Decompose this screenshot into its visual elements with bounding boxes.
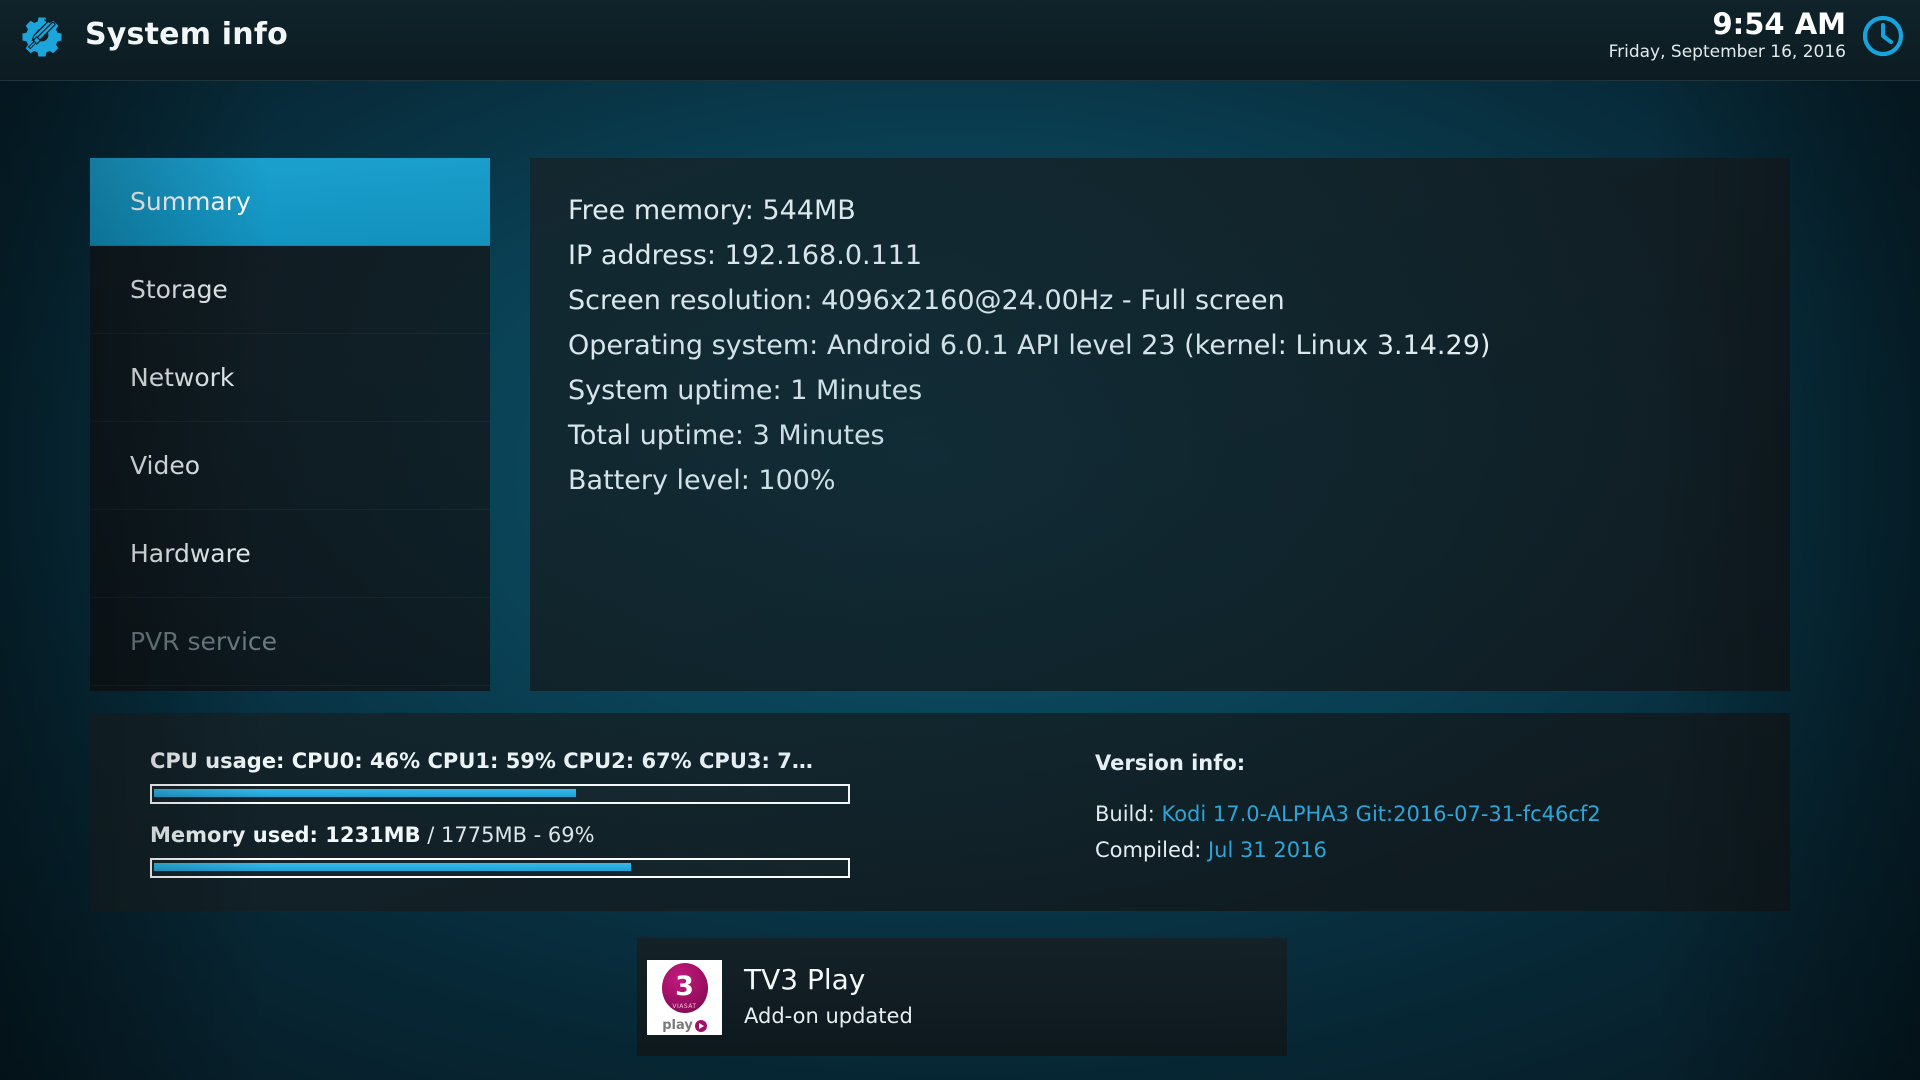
sidebar-item-network[interactable]: Network	[90, 334, 490, 422]
info-line-free-memory: Free memory: 544MB	[568, 195, 856, 226]
info-line-ip-address: IP address: 192.168.0.111	[568, 240, 923, 271]
sidebar-item-label: PVR service	[130, 627, 278, 656]
sidebar-item-storage[interactable]: Storage	[90, 246, 490, 334]
window-header: System info 9:54 AM Friday, September 16…	[0, 0, 1920, 81]
kodi-system-info-screen: System info 9:54 AM Friday, September 16…	[0, 0, 1920, 1080]
tv3-logo-circle: 3 VIASAT	[661, 963, 708, 1013]
summary-info-panel: Free memory: 544MB IP address: 192.168.0…	[530, 158, 1790, 691]
version-info-title: Version info:	[1095, 751, 1246, 775]
build-row: Build: Kodi 17.0-ALPHA3 Git:2016-07-31-f…	[1095, 796, 1601, 832]
system-stats-panel: CPU usage: CPU0: 46% CPU1: 59% CPU2: 67%…	[90, 713, 1790, 911]
memory-used-rest: / 1775MB - 69%	[420, 823, 595, 847]
memory-used-bar	[150, 858, 850, 878]
sidebar-item-label: Video	[130, 451, 201, 480]
category-sidebar[interactable]: Summary Storage Network Video Hardware P…	[90, 158, 490, 691]
tv3-play-text: play	[662, 1018, 693, 1033]
cpu-usage-label: CPU usage: CPU0: 46% CPU1: 59% CPU2: 67%…	[150, 749, 813, 773]
sidebar-item-pvr-service[interactable]: PVR service	[90, 598, 490, 686]
tv3-play-logo-icon: 3 VIASAT play	[647, 959, 722, 1035]
settings-gear-screwdriver-icon	[19, 12, 66, 59]
cpu-usage-bar-fill	[154, 789, 577, 797]
memory-used-bar-fill	[154, 863, 632, 871]
clock-icon	[1861, 14, 1905, 58]
tv3-logo-number: 3	[675, 970, 694, 1002]
sidebar-item-video[interactable]: Video	[90, 422, 490, 510]
build-value: Kodi 17.0-ALPHA3 Git:2016-07-31-fc46cf2	[1161, 802, 1601, 826]
notification-toast[interactable]: 3 VIASAT play TV3 Play Add-on updated	[637, 938, 1287, 1056]
info-line-system-uptime: System uptime: 1 Minutes	[568, 375, 923, 406]
clock-time: 9:54 AM	[1712, 7, 1846, 41]
compiled-label: Compiled:	[1095, 838, 1208, 862]
play-triangle-icon	[694, 1019, 707, 1032]
tv3-logo-brand: VIASAT	[672, 1003, 697, 1010]
info-line-screen-resolution: Screen resolution: 4096x2160@24.00Hz - F…	[568, 285, 1285, 316]
memory-used-label: Memory used: 1231MB / 1775MB - 69%	[150, 822, 850, 848]
sidebar-item-summary[interactable]: Summary	[90, 158, 490, 246]
notification-text: TV3 Play Add-on updated	[744, 963, 913, 1031]
compiled-value: Jul 31 2016	[1207, 838, 1327, 862]
notification-subtitle: Add-on updated	[744, 1004, 913, 1028]
notification-title: TV3 Play	[744, 963, 866, 996]
sidebar-item-label: Network	[130, 363, 235, 392]
page-title: System info	[85, 17, 288, 52]
sidebar-item-hardware[interactable]: Hardware	[90, 510, 490, 598]
version-info-block: Version info: Build: Kodi 17.0-ALPHA3 Gi…	[1095, 748, 1601, 868]
memory-used-bold: Memory used: 1231MB	[150, 823, 421, 847]
sidebar-item-label: Hardware	[130, 539, 251, 568]
compiled-row: Compiled: Jul 31 2016	[1095, 832, 1601, 868]
tv3-play-wordmark: play	[662, 1018, 707, 1033]
info-line-total-uptime: Total uptime: 3 Minutes	[568, 420, 885, 451]
info-line-battery-level: Battery level: 100%	[568, 465, 836, 496]
build-label: Build:	[1095, 802, 1162, 826]
sidebar-item-label: Summary	[130, 187, 251, 216]
info-line-operating-system: Operating system: Android 6.0.1 API leve…	[568, 330, 1491, 361]
cpu-usage-bar	[150, 784, 850, 804]
sidebar-item-label: Storage	[130, 275, 228, 304]
usage-block: CPU usage: CPU0: 46% CPU1: 59% CPU2: 67%…	[150, 748, 850, 878]
clock-block: 9:54 AM Friday, September 16, 2016	[1609, 8, 1846, 63]
clock-date: Friday, September 16, 2016	[1608, 42, 1846, 62]
